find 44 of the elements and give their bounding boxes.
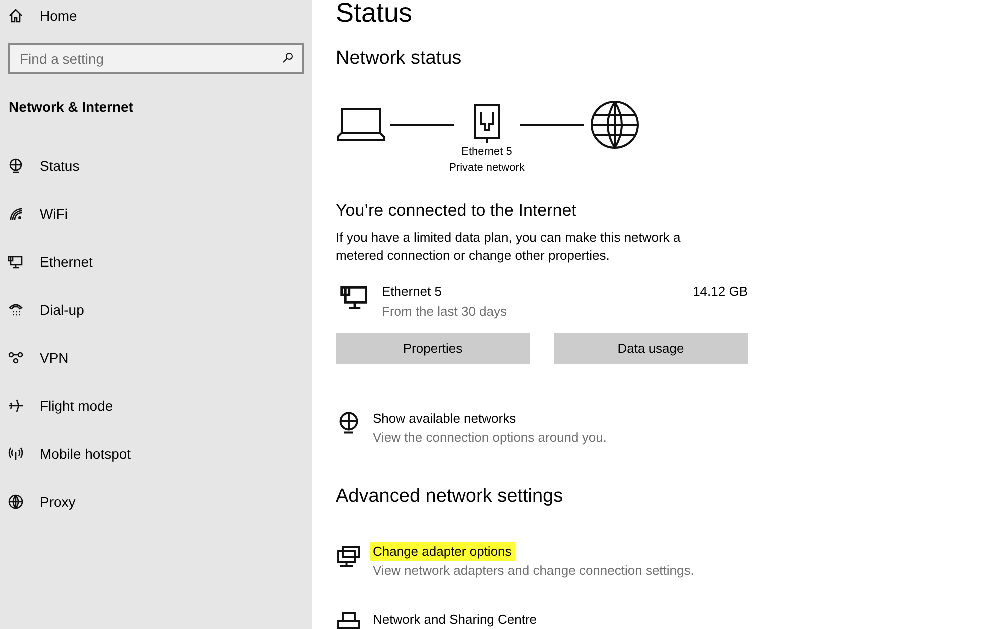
link-description: View network adapters and change connection settings. bbox=[373, 562, 694, 580]
network-type-label: Private network bbox=[449, 160, 525, 176]
sidebar-item[interactable]: Dial-up bbox=[0, 300, 84, 320]
adapter-name: Ethernet 5 bbox=[382, 283, 442, 301]
house-icon bbox=[8, 8, 24, 24]
wifi-icon bbox=[8, 206, 24, 222]
section-heading: Advanced network settings bbox=[336, 485, 564, 509]
antenna-icon bbox=[8, 446, 24, 462]
airplane-icon bbox=[8, 398, 24, 414]
setting-link[interactable]: Network and Sharing Centre bbox=[370, 610, 540, 628]
setting-link[interactable]: Change adapter options bbox=[370, 542, 515, 560]
sidebar-item[interactable]: Status bbox=[0, 156, 80, 176]
phone-icon bbox=[8, 302, 24, 318]
sidebar-item[interactable]: Mobile hotspot bbox=[0, 444, 132, 464]
monitor-icon bbox=[8, 254, 24, 270]
section-heading: Network status bbox=[336, 47, 463, 71]
link-description: View the connection options around you. bbox=[373, 429, 607, 447]
search-icon bbox=[282, 52, 294, 64]
globe-icon bbox=[8, 494, 24, 510]
connection-description: If you have a limited data plan, you can make this network a metered connection or change other properties. bbox=[336, 229, 682, 265]
globe-icon bbox=[590, 100, 640, 150]
home-link[interactable]: Home bbox=[0, 6, 78, 26]
globe-monitor-icon bbox=[337, 411, 361, 435]
usage-period: From the last 30 days bbox=[382, 303, 507, 321]
adapter-label: Ethernet 5 bbox=[462, 144, 512, 160]
ethernet-port-icon bbox=[473, 104, 501, 144]
vpn-icon bbox=[8, 350, 24, 366]
monitors-icon bbox=[337, 544, 361, 568]
network-icon bbox=[337, 612, 361, 629]
sidebar-item[interactable]: Ethernet bbox=[0, 252, 93, 272]
action-button[interactable]: Data usage bbox=[554, 333, 748, 364]
connection-heading: You’re connected to the Internet bbox=[336, 200, 578, 222]
globe-monitor-icon bbox=[8, 158, 24, 174]
laptop-icon bbox=[337, 108, 385, 142]
sidebar-item[interactable]: WiFi bbox=[0, 204, 68, 224]
action-button[interactable]: Properties bbox=[336, 333, 530, 364]
section-title: Network & Internet bbox=[8, 98, 134, 117]
search-field[interactable]: Find a setting bbox=[8, 43, 304, 74]
sidebar-item[interactable]: VPN bbox=[0, 348, 69, 368]
sidebar-item[interactable]: Proxy bbox=[0, 492, 76, 512]
setting-link[interactable]: Show available networks bbox=[373, 409, 516, 428]
sidebar-item[interactable]: Flight mode bbox=[0, 396, 114, 416]
usage-amount: 14.12 GB bbox=[693, 283, 748, 301]
page-title: Status bbox=[336, 0, 414, 28]
